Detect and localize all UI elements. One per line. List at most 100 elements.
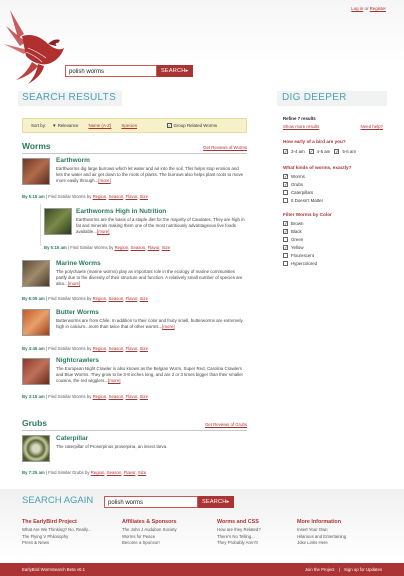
color-option[interactable]: Flourescent [283, 251, 383, 259]
nutrition-thumbnail[interactable] [44, 208, 72, 235]
need-help-link[interactable]: Need help? [361, 124, 383, 129]
worms-reviews-link[interactable]: Get Reviews of Worms [203, 145, 247, 150]
footer-link[interactable]: There's No Telling... [217, 534, 261, 540]
signup-link[interactable]: Sign up for Updates [344, 567, 382, 572]
sort-relevance[interactable]: ▼ Relevance [52, 123, 78, 128]
join-link[interactable]: Join the Project [305, 567, 335, 572]
more-link[interactable]: [more] [108, 378, 120, 383]
region-link[interactable]: Region [93, 346, 107, 351]
bottom-search-input[interactable]: polish worms [104, 496, 198, 508]
comma: , [135, 470, 137, 475]
region-link[interactable]: Region [93, 296, 107, 301]
register-link[interactable]: Register [370, 6, 386, 11]
grubs-reviews-link[interactable]: Get Reviews of Grubs [205, 422, 247, 427]
marine-worms-thumbnail[interactable] [22, 260, 50, 287]
show-more-link[interactable]: Show more results [283, 124, 319, 129]
footer-link[interactable]: Press & News [22, 540, 91, 546]
flavor-link[interactable]: Flavor [148, 245, 160, 250]
footer-link[interactable]: Hilarious and Entertaining [297, 534, 346, 540]
size-link[interactable]: Size [140, 346, 148, 351]
checkbox[interactable]: ✓ [283, 220, 288, 226]
more-link[interactable]: [more] [97, 229, 109, 234]
checkbox[interactable] [283, 189, 288, 195]
bottom-search-button[interactable]: SEARCH▸ [198, 496, 234, 508]
region-link[interactable]: Region [115, 245, 129, 250]
season-link[interactable]: Season [109, 394, 124, 399]
flavor-link[interactable]: Flavor [126, 296, 138, 301]
sort-species[interactable]: Species [121, 123, 137, 128]
footer-link[interactable]: What Are We Thinking? No, Really... [22, 527, 91, 533]
time-option[interactable]: ✓ 4-5 am [308, 147, 330, 155]
season-link[interactable]: Season [131, 245, 146, 250]
result-title[interactable]: Earthworms High in Nutrition [76, 208, 166, 215]
comma: , [159, 245, 161, 250]
option-label: Green [291, 236, 304, 242]
search-input[interactable]: polish worms [65, 65, 157, 77]
result-title[interactable]: Butter Worms [56, 309, 99, 316]
comma: , [104, 470, 106, 475]
result-description: Earthworms are the basis of a staple die… [76, 217, 246, 236]
flavor-link[interactable]: Flavor [126, 394, 138, 399]
season-link[interactable]: Season [109, 346, 124, 351]
checkbox[interactable] [283, 197, 288, 203]
kind-option[interactable]: Caterpillars [283, 188, 383, 196]
refine-links: Show more results Need help? [283, 124, 383, 129]
footer-link[interactable]: The John J Audubon Society [122, 527, 177, 533]
size-link[interactable]: Size [140, 194, 148, 199]
butter-worms-thumbnail[interactable] [22, 309, 50, 336]
time-option[interactable]: ✓ 3-4 am [283, 147, 305, 155]
color-option[interactable]: Green [283, 235, 383, 243]
more-link[interactable]: [more] [68, 281, 80, 286]
color-option[interactable]: ✓ Black [283, 227, 383, 235]
season-link[interactable]: Season [109, 194, 124, 199]
color-option[interactable]: ✓ Yellow [283, 243, 383, 251]
flavor-link[interactable]: Flavor [126, 346, 138, 351]
size-link[interactable]: Size [138, 470, 146, 475]
result-title[interactable]: Caterpillar [56, 435, 88, 442]
season-link[interactable]: Season [107, 470, 122, 475]
flavor-link[interactable]: Flavor [126, 194, 138, 199]
more-link[interactable]: [more] [98, 178, 110, 183]
result-title[interactable]: Marine Worms [56, 260, 101, 267]
more-link[interactable]: [more] [162, 324, 174, 329]
login-link[interactable]: Log in [351, 6, 363, 11]
checkbox[interactable]: ✓ [283, 228, 288, 234]
kind-option[interactable]: ✓ Worms [283, 172, 383, 180]
nightcrawlers-thumbnail[interactable] [22, 358, 50, 385]
search-button[interactable]: SEARCH▸ [157, 65, 193, 77]
footer-link[interactable]: How are they Related? [217, 527, 261, 533]
size-link[interactable]: Size [140, 394, 148, 399]
footer-column: Worms and CSS How are they Related? Ther… [217, 519, 261, 546]
checkbox[interactable]: ✓ [283, 244, 288, 250]
footer-link[interactable]: Joke Links Here [297, 540, 346, 546]
checkbox[interactable] [283, 236, 288, 242]
kind-option[interactable]: It Doesn't Matter [283, 196, 383, 204]
checkbox[interactable]: ✓ [283, 148, 288, 154]
sort-bar: Sort by: ▼ Relevance Name (A-Z) Species … [22, 118, 247, 133]
checkbox[interactable]: ✓ [308, 148, 314, 154]
region-link[interactable]: Region [93, 394, 107, 399]
result-title[interactable]: Earthworm [56, 157, 90, 164]
checkbox[interactable] [283, 260, 288, 266]
earthworm-thumbnail[interactable] [22, 158, 50, 185]
checkbox[interactable]: ✓ [283, 173, 288, 179]
season-link[interactable]: Season [109, 296, 124, 301]
checkbox[interactable]: ✓ [334, 148, 340, 154]
time-option[interactable]: ✓ 5-6 am [334, 147, 356, 155]
footer-link[interactable]: Become a Sponsor! [122, 540, 177, 546]
sort-name[interactable]: Name (A-Z) [88, 123, 111, 128]
kind-option[interactable]: ✓ Grubs [283, 180, 383, 188]
color-option[interactable]: Hypercolored [283, 259, 383, 267]
caterpillar-thumbnail[interactable] [22, 435, 50, 462]
region-link[interactable]: Region [91, 470, 105, 475]
result-title[interactable]: Nightcrawlers [56, 357, 99, 364]
color-option[interactable]: ✓ Brown [283, 219, 383, 227]
region-link[interactable]: Region [93, 194, 107, 199]
size-link[interactable]: Size [140, 296, 148, 301]
group-checkbox[interactable]: ✓ [167, 123, 172, 128]
size-link[interactable]: Size [162, 245, 170, 250]
checkbox[interactable] [283, 252, 288, 258]
checkbox[interactable]: ✓ [283, 181, 288, 187]
flavor-link[interactable]: Flavor [124, 470, 136, 475]
footer-link[interactable]: They Probably Aren't! [217, 540, 261, 546]
